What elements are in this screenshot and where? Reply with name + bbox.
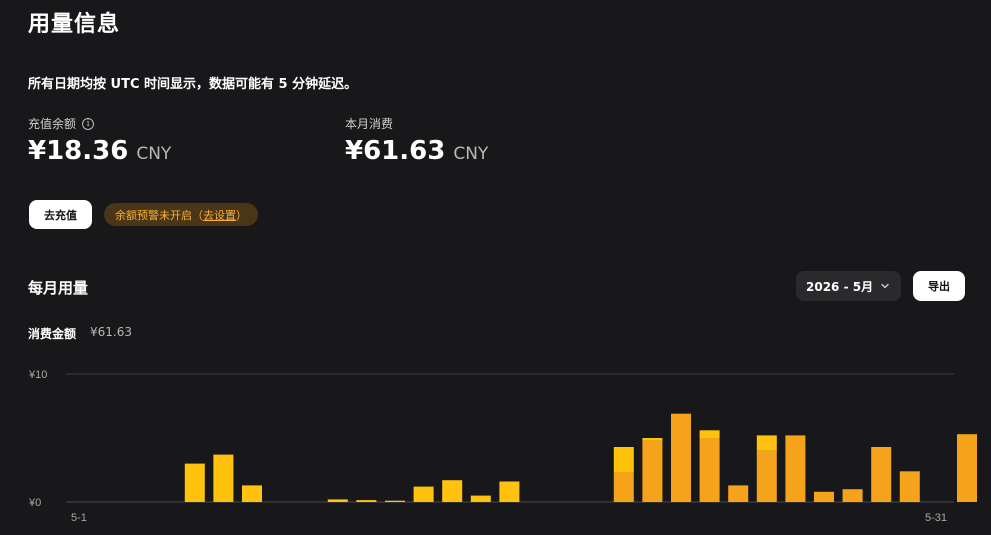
balance-stat: 充值余额 i ¥18.36 CNY: [28, 115, 171, 166]
bar-day-22-series-1[interactable]: [699, 438, 720, 502]
monthly-spend-stat: 本月消费 ¥61.63 CNY: [345, 115, 488, 166]
balance-alert-badge: 余额预警未开启（ 去设置 ）: [104, 203, 258, 226]
bar-day-24-series-2[interactable]: [756, 435, 777, 451]
export-button[interactable]: 导出: [913, 271, 965, 301]
bar-day-23-series-1[interactable]: [728, 485, 749, 502]
bar-day-19-series-2[interactable]: [613, 447, 634, 473]
info-icon[interactable]: i: [82, 117, 95, 130]
monthly-spend-label: 本月消费: [345, 117, 394, 131]
chevron-down-icon: [881, 283, 889, 289]
consumption-label: 消费金额: [28, 327, 77, 341]
monthly-spend-amount: ¥61.63: [345, 136, 446, 166]
bar-day-24-series-1[interactable]: [756, 450, 777, 502]
bar-day-29-series-1[interactable]: [899, 471, 920, 502]
bar-day-15-series-2[interactable]: [499, 481, 520, 503]
usage-chart: ¥10 ¥0 5-1 5-31: [28, 369, 977, 524]
consumption-summary: 消费金额 ¥61.63: [28, 325, 132, 342]
bar-day-4-series-2[interactable]: [184, 463, 205, 502]
bar-day-20-series-1[interactable]: [642, 440, 663, 502]
bar-day-6-series-2[interactable]: [242, 485, 262, 502]
bar-day-19-series-1[interactable]: [613, 472, 634, 502]
bar-day-12-series-2[interactable]: [413, 486, 434, 502]
bar-day-28-series-1[interactable]: [871, 447, 892, 502]
bar-day-31-series-1[interactable]: [957, 434, 977, 502]
bar-day-27-series-1[interactable]: [842, 489, 863, 502]
monthly-spend-currency: CNY: [453, 144, 489, 164]
bar-day-10-series-2[interactable]: [356, 500, 377, 502]
month-select-value: 2026 - 5月: [806, 279, 874, 294]
topup-button[interactable]: 去充值: [29, 200, 92, 229]
y-tick-label-top: ¥10: [28, 369, 47, 381]
balance-label: 充值余额: [28, 117, 77, 131]
bar-day-26-series-1[interactable]: [814, 491, 834, 502]
month-select[interactable]: 2026 - 5月: [796, 271, 901, 301]
bar-day-11-series-2[interactable]: [385, 500, 405, 502]
bar-day-22-series-2[interactable]: [699, 430, 720, 438]
bar-day-9-series-2[interactable]: [327, 499, 348, 502]
bars-group: [184, 413, 977, 503]
bar-day-21-series-1[interactable]: [671, 413, 691, 502]
bar-day-5-series-2[interactable]: [213, 454, 234, 502]
alert-suffix: ）: [236, 208, 247, 222]
alert-settings-link[interactable]: 去设置: [203, 207, 236, 223]
utc-note: 所有日期均按 UTC 时间显示，数据可能有 5 分钟延迟。: [28, 77, 358, 92]
bar-day-25-series-1[interactable]: [785, 435, 806, 502]
section-title: 每月用量: [28, 279, 89, 297]
balance-amount: ¥18.36: [28, 136, 129, 166]
bar-day-13-series-2[interactable]: [442, 480, 463, 502]
bar-day-20-series-2[interactable]: [642, 438, 663, 441]
x-tick-label-start: 5-1: [71, 512, 87, 524]
y-tick-label-bottom: ¥0: [28, 497, 41, 509]
alert-text: 余额预警未开启（: [115, 208, 203, 222]
x-tick-label-end: 5-31: [925, 512, 947, 524]
consumption-value: ¥61.63: [90, 325, 133, 339]
page-title: 用量信息: [28, 12, 121, 37]
bar-day-14-series-2[interactable]: [470, 495, 491, 502]
balance-currency: CNY: [136, 144, 172, 164]
